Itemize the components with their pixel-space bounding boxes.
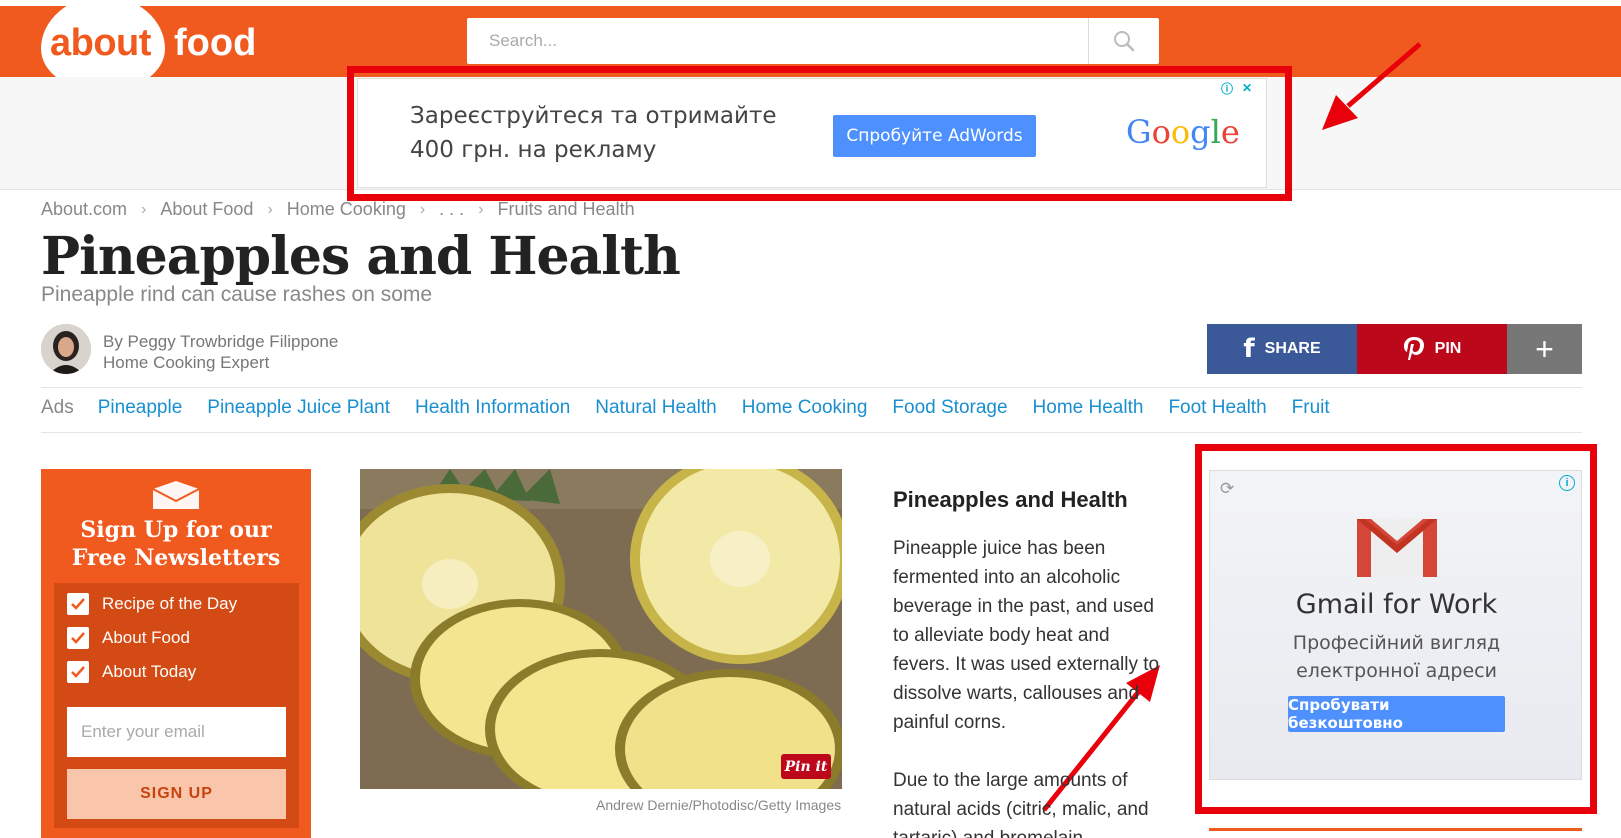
pin-it-button[interactable]: Pin it bbox=[781, 754, 831, 779]
envelope-icon bbox=[152, 481, 200, 509]
chevron-right-icon: › bbox=[478, 200, 484, 218]
pinterest-pin-label: PIN bbox=[1434, 340, 1462, 357]
facebook-share-label: SHARE bbox=[1264, 340, 1321, 357]
chevron-right-icon: › bbox=[419, 200, 426, 218]
article-heading: Pineapples and Health bbox=[893, 487, 1128, 512]
right-ad-sub-line2: електронної адреси bbox=[1296, 660, 1497, 682]
annotation-box-top-ad bbox=[347, 66, 1292, 201]
ad-link[interactable]: Health Information bbox=[415, 397, 570, 419]
ad-link[interactable]: Home Health bbox=[1033, 397, 1144, 419]
ad-link[interactable]: Fruit bbox=[1292, 397, 1330, 419]
ad-info-icon[interactable]: i bbox=[1559, 475, 1575, 491]
ad-link[interactable]: Food Storage bbox=[892, 397, 1007, 419]
breadcrumb-item[interactable]: Home Cooking bbox=[287, 199, 406, 220]
breadcrumb: About.com › About Food › Home Cooking › … bbox=[41, 199, 635, 220]
right-sidebar-ad[interactable]: ⟳ i Gmail for Work Професійний вигляд ел… bbox=[1209, 470, 1582, 780]
right-ad-subtitle: Професійний вигляд електронної адреси bbox=[1210, 629, 1583, 685]
ad-link[interactable]: Home Cooking bbox=[742, 397, 868, 419]
right-ad-title: Gmail for Work bbox=[1295, 589, 1498, 620]
newsletter-option[interactable]: About Today bbox=[67, 661, 196, 683]
pinterest-pin-button[interactable]: PIN bbox=[1357, 324, 1507, 374]
checkmark-icon bbox=[71, 632, 85, 644]
search-box bbox=[467, 18, 1159, 64]
right-ad-button[interactable]: Спробувати безкоштовно bbox=[1288, 696, 1505, 732]
newsletter-title-line1: Sign Up for our bbox=[80, 517, 272, 543]
newsletter-form: Recipe of the Day About Food About Today… bbox=[54, 583, 299, 828]
refresh-icon[interactable]: ⟳ bbox=[1220, 479, 1234, 499]
chevron-right-icon: › bbox=[267, 200, 273, 218]
pinterest-icon bbox=[1403, 337, 1424, 360]
newsletter-option-label: About Today bbox=[102, 662, 197, 681]
page-subtitle: Pineapple rind can cause rashes on some bbox=[41, 283, 433, 306]
facebook-icon: f bbox=[1243, 334, 1255, 364]
breadcrumb-item[interactable]: Fruits and Health bbox=[498, 199, 635, 220]
checkmark-icon bbox=[71, 666, 85, 678]
ads-label: Ads bbox=[41, 397, 74, 418]
more-share-button[interactable]: + bbox=[1507, 324, 1582, 374]
divider bbox=[41, 432, 1582, 433]
newsletter-option-label: About Food bbox=[102, 628, 190, 647]
author-role: Home Cooking Expert bbox=[103, 353, 270, 372]
sidebar-divider bbox=[1209, 828, 1582, 831]
logo-food-text[interactable]: food bbox=[174, 22, 256, 65]
ad-link[interactable]: Foot Health bbox=[1168, 397, 1266, 419]
checkbox-checked[interactable] bbox=[67, 627, 89, 649]
checkbox-checked[interactable] bbox=[67, 593, 89, 615]
article-image bbox=[360, 469, 842, 789]
checkmark-icon bbox=[71, 598, 85, 610]
search-icon bbox=[1114, 31, 1135, 52]
ad-link[interactable]: Natural Health bbox=[595, 397, 716, 419]
ad-link[interactable]: Pineapple bbox=[98, 397, 183, 419]
newsletter-signup: Sign Up for our Free Newsletters Recipe … bbox=[41, 469, 311, 838]
search-input[interactable] bbox=[467, 18, 1087, 64]
image-credit: Andrew Dernie/Photodisc/Getty Images bbox=[596, 797, 842, 813]
author-avatar[interactable] bbox=[41, 324, 91, 374]
right-ad-sub-line1: Професійний вигляд bbox=[1292, 632, 1501, 654]
logo-about-text[interactable]: about bbox=[50, 22, 151, 65]
divider bbox=[41, 387, 1582, 388]
page-title: Pineapples and Health bbox=[41, 226, 681, 287]
ad-link[interactable]: Pineapple Juice Plant bbox=[207, 397, 390, 419]
pineapple-photo bbox=[360, 469, 842, 789]
chevron-right-icon: › bbox=[141, 200, 147, 218]
author-name[interactable]: By Peggy Trowbridge Filippone bbox=[103, 332, 338, 352]
facebook-share-button[interactable]: f SHARE bbox=[1207, 324, 1357, 374]
newsletter-option[interactable]: Recipe of the Day bbox=[67, 593, 237, 615]
newsletter-email-input[interactable] bbox=[67, 707, 286, 757]
newsletter-option[interactable]: About Food bbox=[67, 627, 190, 649]
article-paragraph: Due to the large amounts of natural acid… bbox=[893, 770, 1149, 838]
newsletter-title-line2: Free Newsletters bbox=[71, 545, 281, 571]
breadcrumb-ellipsis[interactable]: . . . bbox=[439, 199, 464, 220]
signup-button[interactable]: SIGN UP bbox=[67, 769, 286, 819]
newsletter-option-label: Recipe of the Day bbox=[102, 594, 238, 613]
ads-links-row: Ads Pineapple Pineapple Juice Plant Heal… bbox=[41, 397, 1355, 419]
gmail-logo bbox=[1357, 519, 1437, 577]
breadcrumb-item[interactable]: About Food bbox=[160, 199, 253, 220]
author-photo bbox=[41, 324, 91, 374]
article-paragraph: Pineapple juice has been fermented into … bbox=[893, 538, 1160, 733]
breadcrumb-item[interactable]: About.com bbox=[41, 199, 127, 220]
checkbox-checked[interactable] bbox=[67, 661, 89, 683]
search-button[interactable] bbox=[1089, 18, 1159, 64]
newsletter-title: Sign Up for our Free Newsletters bbox=[41, 516, 311, 572]
